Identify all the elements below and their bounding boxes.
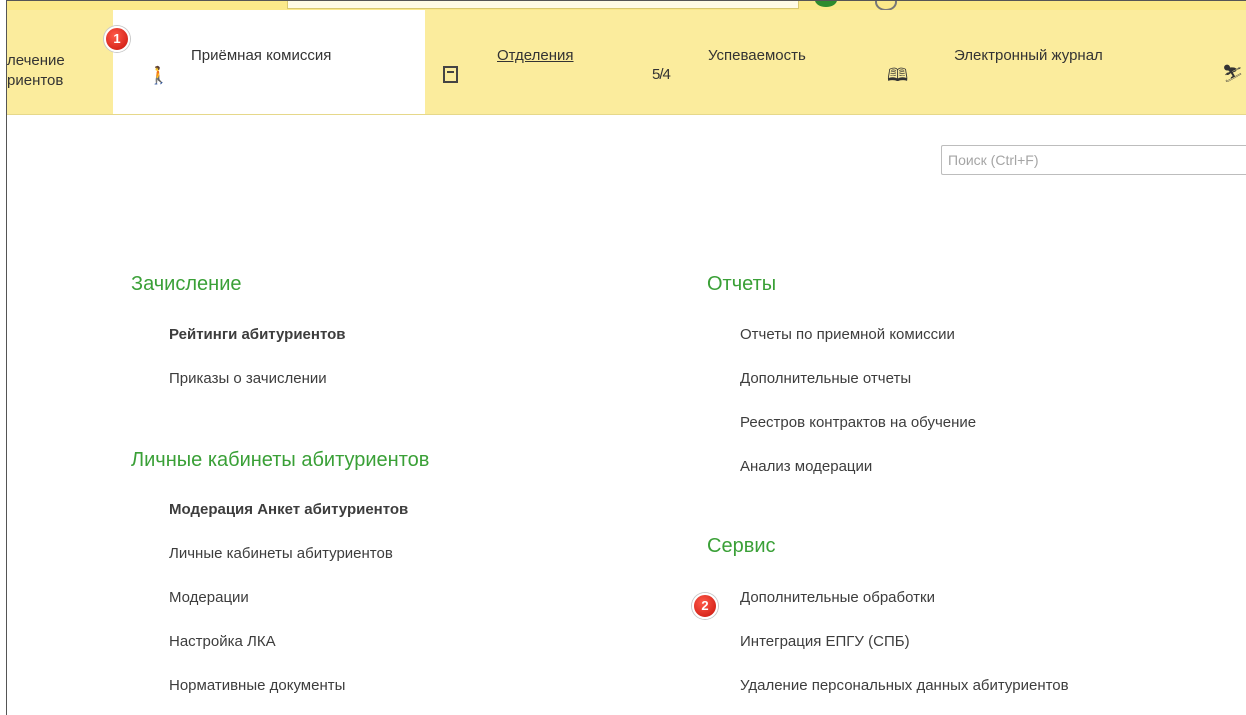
nav-partial-label-2: риентов (7, 72, 64, 89)
nav-item-performance[interactable]: 5/4 Успеваемость (652, 10, 872, 114)
nav-admissions-label: Приёмная комиссия (191, 47, 332, 64)
link-contracts-registry[interactable]: Реестров контрактов на обучение (740, 414, 976, 431)
nav-journal-label: Электронный журнал (954, 47, 1103, 64)
nav-item-departments[interactable]: Отделения (443, 10, 613, 114)
annotation-badge-2: 2 (692, 593, 718, 619)
grades-icon: 5/4 (652, 66, 671, 83)
search-input[interactable] (941, 145, 1246, 175)
annotation-badge-1: 1 (104, 26, 130, 52)
section-title-reports: Отчеты (707, 273, 777, 295)
nav-departments-label: Отделения (497, 47, 574, 64)
link-additional-processing[interactable]: Дополнительные обработки (740, 589, 935, 606)
link-admissions-reports[interactable]: Отчеты по приемной комиссии (740, 326, 955, 343)
nav-item-journal[interactable]: 🕮 Электронный журнал (887, 10, 1217, 114)
nav-partial-label-1: лечение (7, 52, 65, 69)
nav-item-admissions[interactable]: 🚶 Приёмная комиссия (113, 10, 425, 114)
history-icon[interactable] (875, 1, 897, 10)
status-icon (815, 1, 837, 7)
section-title-service: Сервис (707, 535, 776, 557)
section-title-cabinets: Личные кабинеты абитуриентов (131, 449, 430, 471)
link-additional-reports[interactable]: Дополнительные отчеты (740, 370, 911, 387)
link-questionnaire-moderation[interactable]: Модерация Анкет абитуриентов (169, 501, 408, 518)
link-normative-documents[interactable]: Нормативные документы (169, 677, 345, 694)
link-lka-settings[interactable]: Настройка ЛКА (169, 633, 276, 650)
link-enrollment-orders[interactable]: Приказы о зачислении (169, 370, 327, 387)
open-book-icon: 🕮 (887, 65, 909, 85)
link-epgu-integration[interactable]: Интеграция ЕПГУ (СПБ) (740, 633, 910, 650)
link-applicant-cabinets[interactable]: Личные кабинеты абитуриентов (169, 545, 393, 562)
nav-item-partial[interactable]: лечение риентов (7, 10, 117, 114)
sections-panel: лечение риентов 🚶 Приёмная комиссия Отде… (7, 10, 1246, 115)
toolbar-field[interactable] (287, 1, 799, 9)
link-moderations[interactable]: Модерации (169, 589, 249, 606)
walking-person-icon: 🚶 (148, 66, 170, 85)
link-applicant-ratings[interactable]: Рейтинги абитуриентов (169, 326, 345, 343)
top-toolbar-strip (7, 1, 1246, 10)
link-delete-personal-data[interactable]: Удаление персональных данных абитуриенто… (740, 677, 1069, 694)
link-moderation-analysis[interactable]: Анализ модерации (740, 458, 872, 475)
nav-item-next[interactable]: ⛷ (1222, 10, 1246, 114)
book-icon (443, 66, 458, 83)
app-window: лечение риентов 🚶 Приёмная комиссия Отде… (6, 0, 1246, 715)
section-title-enrollment: Зачисление (131, 273, 242, 295)
teacher-icon: ⛷ (1222, 64, 1244, 83)
nav-performance-label: Успеваемость (708, 47, 806, 64)
